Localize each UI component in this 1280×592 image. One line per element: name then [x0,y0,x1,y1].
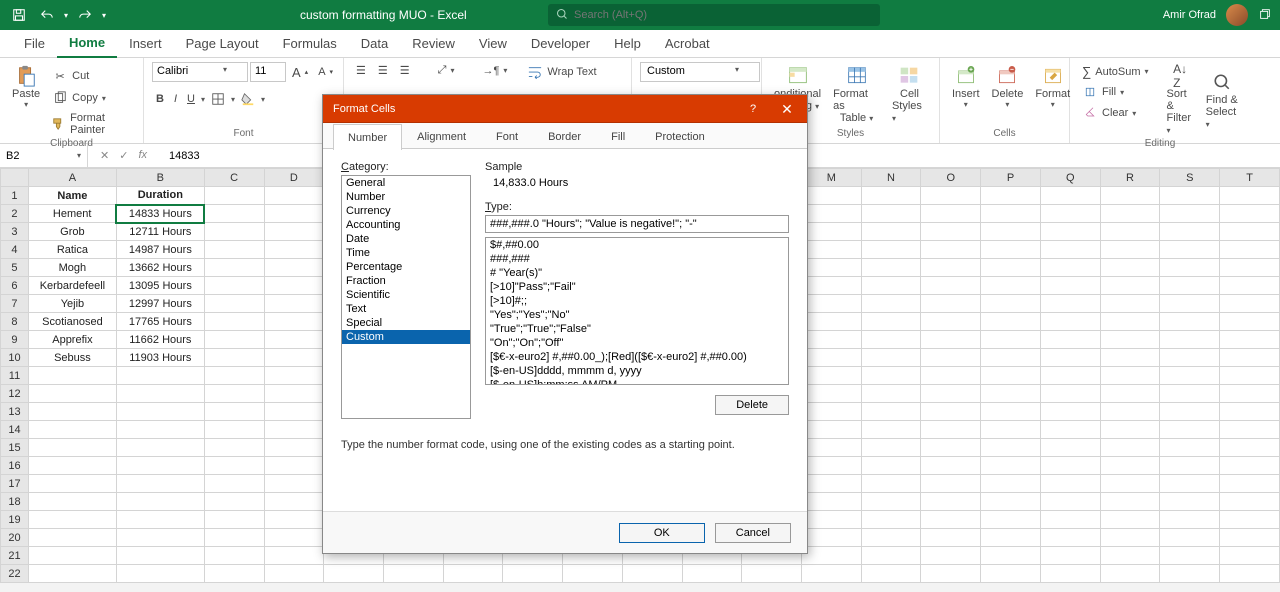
type-item[interactable]: [$-en-US]dddd, mmmm d, yyyy [486,364,788,378]
type-item[interactable]: "On";"On";"Off" [486,336,788,350]
category-item[interactable]: Special [342,316,470,330]
type-item[interactable]: [$-en-US]h:mm:ss AM/PM [486,378,788,385]
hint-text: Type the number format code, using one o… [341,439,789,451]
delete-button[interactable]: Delete [715,395,789,415]
type-item[interactable]: ###,### [486,252,788,266]
dialog-tab-protection[interactable]: Protection [640,123,720,149]
category-item[interactable]: Fraction [342,274,470,288]
format-cells-dialog: Format Cells ? ✕ NumberAlignmentFontBord… [322,94,808,554]
category-item[interactable]: Percentage [342,260,470,274]
dialog-tab-alignment[interactable]: Alignment [402,123,481,149]
category-label: Category: [341,161,471,173]
category-item[interactable]: Custom [342,330,470,344]
type-list[interactable]: $#,##0.00###,#### "Year(s)"[>10]"Pass";"… [485,237,789,385]
sample-value: 14,833.0 Hours [485,175,789,195]
dialog-close-button[interactable]: ✕ [767,95,807,123]
dialog-tab-font[interactable]: Font [481,123,533,149]
sample-label: Sample [485,161,789,173]
type-item[interactable]: $#,##0.00 [486,238,788,252]
category-item[interactable]: Text [342,302,470,316]
dialog-buttons: OK Cancel [323,511,807,553]
type-item[interactable]: # "Year(s)" [486,266,788,280]
dialog-help-button[interactable]: ? [739,95,767,123]
dialog-titlebar: Format Cells ? ✕ [323,95,807,123]
cancel-button[interactable]: Cancel [715,523,791,543]
category-list[interactable]: GeneralNumberCurrencyAccountingDateTimeP… [341,175,471,419]
category-item[interactable]: Currency [342,204,470,218]
dialog-tab-number[interactable]: Number [333,124,402,150]
category-item[interactable]: Time [342,246,470,260]
type-input[interactable] [485,215,789,233]
category-item[interactable]: Scientific [342,288,470,302]
dialog-tabs: NumberAlignmentFontBorderFillProtection [323,123,807,149]
type-item[interactable]: "True";"True";"False" [486,322,788,336]
dialog-tab-fill[interactable]: Fill [596,123,640,149]
category-item[interactable]: Date [342,232,470,246]
ok-button[interactable]: OK [619,523,705,543]
type-item[interactable]: [$€-x-euro2] #,##0.00_);[Red]([$€-x-euro… [486,350,788,364]
category-item[interactable]: General [342,176,470,190]
dialog-tab-border[interactable]: Border [533,123,596,149]
dialog-title: Format Cells [333,103,395,115]
dialog-body: Category: GeneralNumberCurrencyAccountin… [323,149,807,511]
type-item[interactable]: [>10]#;; [486,294,788,308]
type-item[interactable]: [>10]"Pass";"Fail" [486,280,788,294]
type-item[interactable]: "Yes";"Yes";"No" [486,308,788,322]
type-label: Type: [485,201,789,213]
dialog-backdrop: Format Cells ? ✕ NumberAlignmentFontBord… [0,0,1280,592]
category-item[interactable]: Number [342,190,470,204]
category-item[interactable]: Accounting [342,218,470,232]
